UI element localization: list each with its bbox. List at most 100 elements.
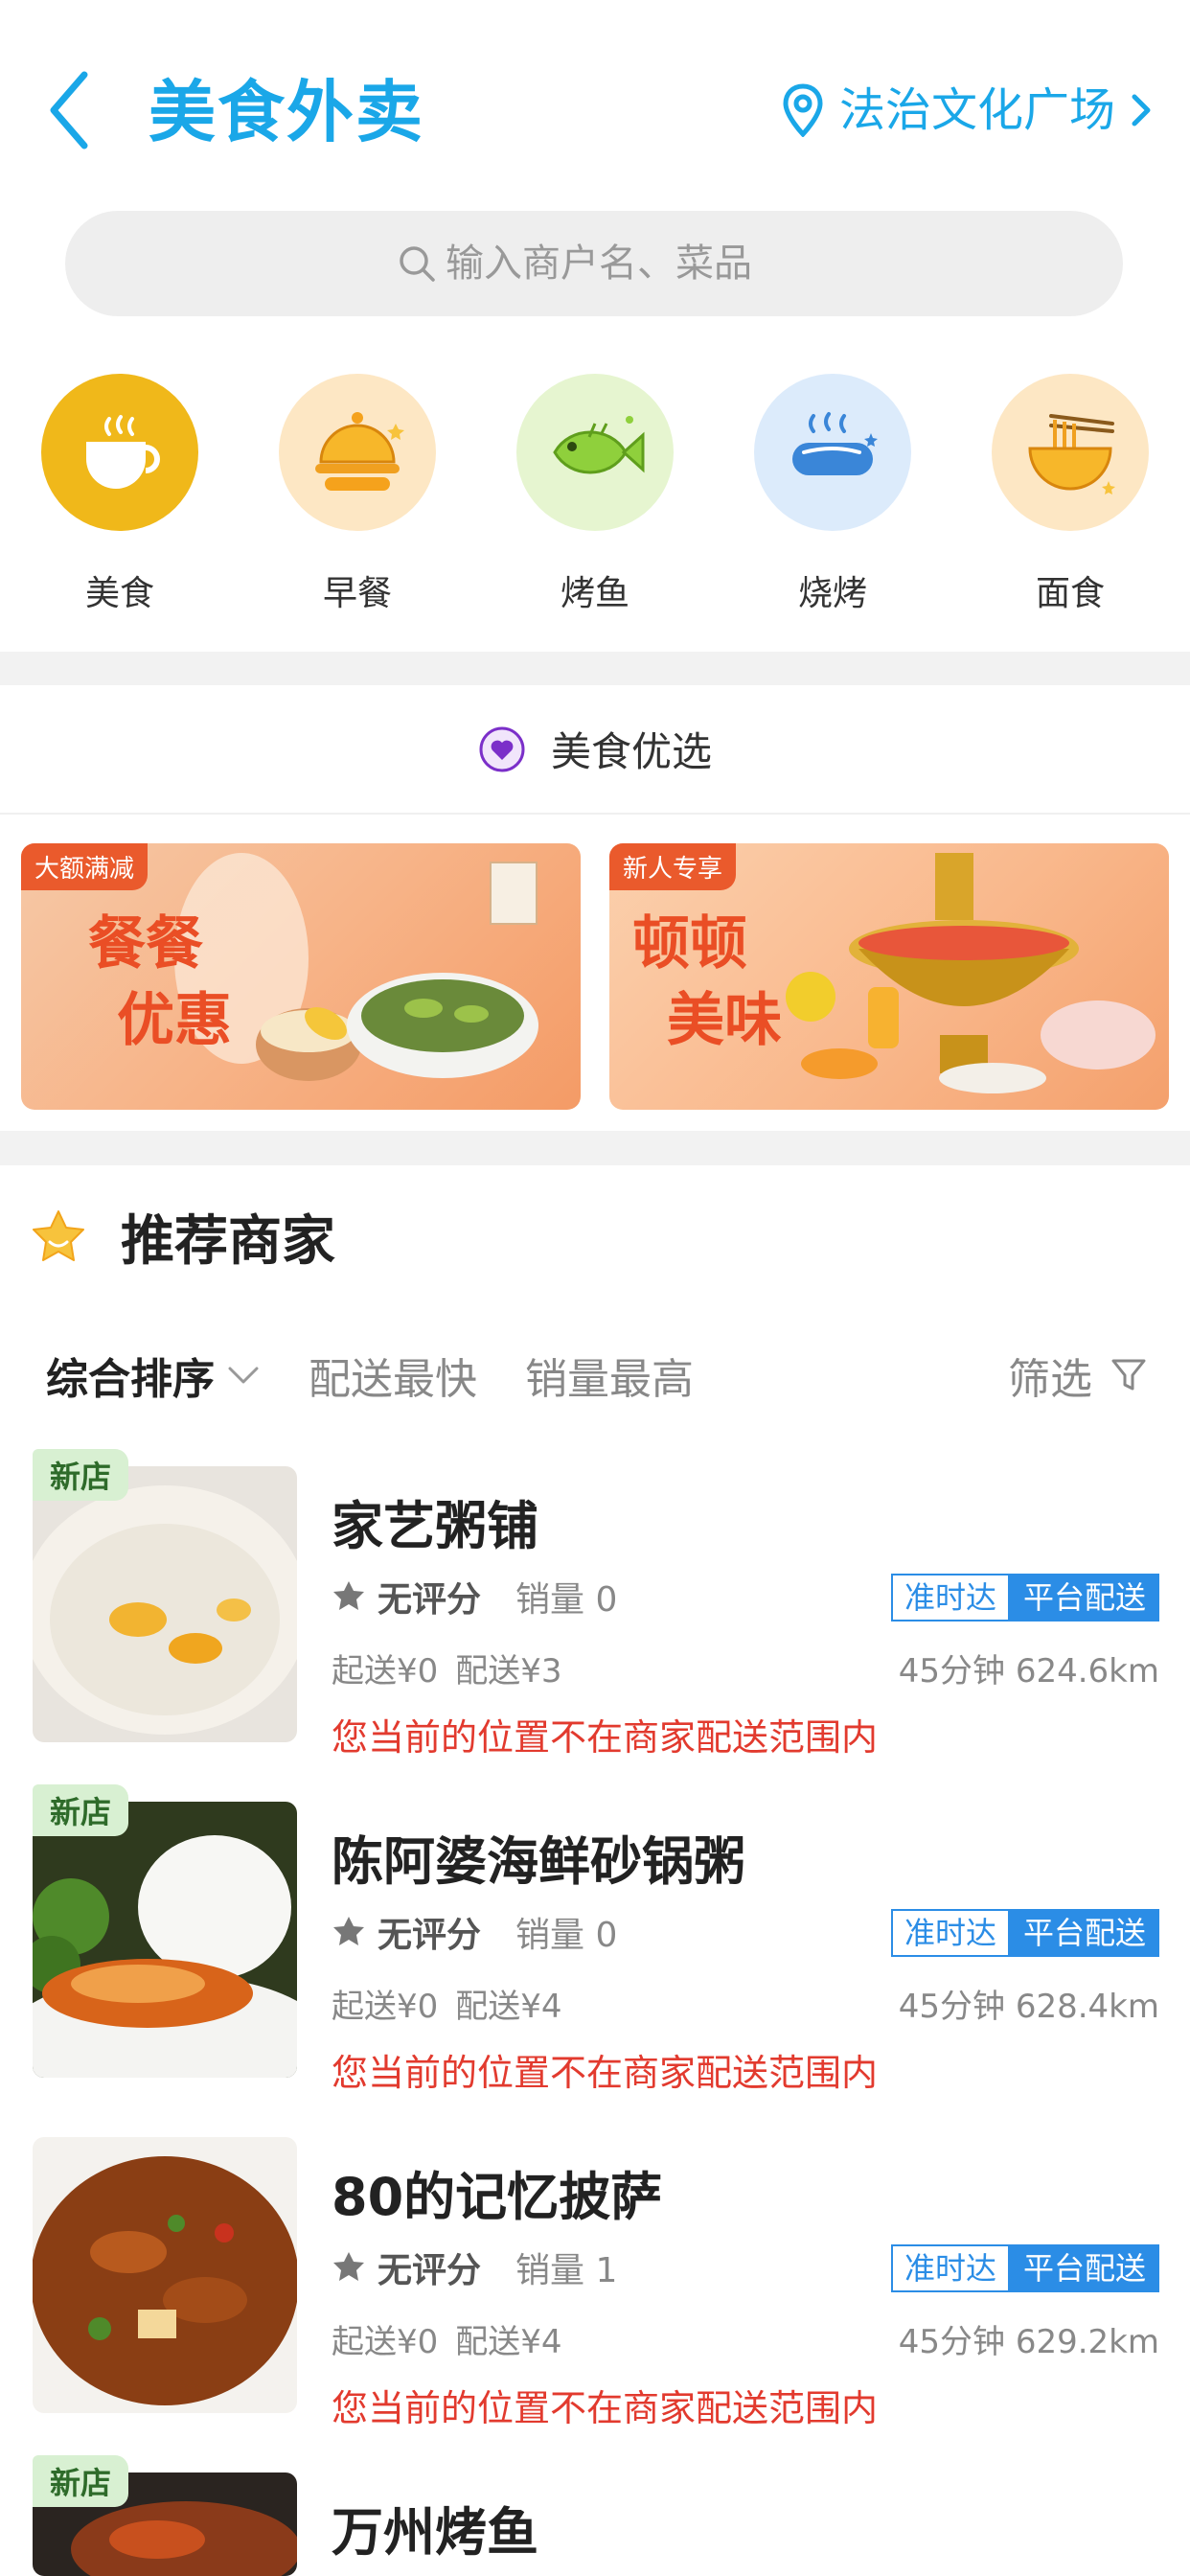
merchant-thumbnail (33, 2137, 297, 2413)
search-icon (400, 246, 435, 282)
new-store-badge: 新店 (33, 2455, 129, 2507)
merchant-rating: 无评分 (378, 2251, 482, 2290)
promo-banners: 大额满减 餐餐 优惠 新人专享 顿顿 美味 (21, 843, 1169, 1110)
search-input[interactable] (446, 242, 790, 286)
category-noodles[interactable]: 面食 (989, 374, 1152, 623)
ontime-badge: 准时达 (890, 1909, 1010, 1957)
category-label: 烧烤 (797, 574, 867, 613)
heart-icon (479, 726, 525, 771)
sort-comprehensive[interactable]: 综合排序 (46, 1345, 261, 1406)
category-label: 早餐 (322, 574, 392, 613)
sausage-icon (754, 374, 911, 531)
merchant-thumbnail (33, 1466, 297, 1742)
page-title: 美食外卖 (149, 73, 424, 151)
section-divider (0, 1131, 1190, 1165)
header: 美食外卖 法治文化广场 (0, 0, 1190, 201)
merchant-sales: 销量 0 (515, 1580, 618, 1620)
recommend-title: 推荐商家 (121, 1210, 335, 1273)
ontime-badge: 准时达 (890, 2244, 1010, 2292)
noodle-bowl-icon (992, 374, 1149, 531)
location-label: 法治文化广场 (838, 83, 1115, 137)
delivery-fee: 配送¥4 (455, 1988, 562, 2026)
min-order: 起送¥0 (332, 1988, 439, 2026)
banner-line2: 优惠 (117, 987, 232, 1054)
delivery-badges: 准时达 平台配送 (890, 2244, 1159, 2292)
merchant-name: 万州烤鱼 (332, 2502, 538, 2563)
platform-delivery-badge: 平台配送 (1009, 2244, 1159, 2292)
platform-delivery-badge: 平台配送 (1009, 1574, 1159, 1622)
rating-star-icon (333, 2252, 364, 2281)
sort-bar: 综合排序 配送最快 销量最高 筛选 (46, 1342, 1148, 1409)
rating-star-icon (333, 1917, 364, 1945)
merchant-sales: 销量 0 (515, 1916, 618, 1955)
out-of-range-warning: 您当前的位置不在商家配送范围内 (332, 1716, 879, 1759)
search-bar[interactable] (65, 211, 1123, 316)
merchant-card[interactable]: 新店 家艺粥铺 无评分 销量 0 准时达 平台配送 起送¥0 配送¥3 45分钟 … (33, 1449, 1159, 1759)
category-row: 美食 早餐 烤鱼 烧烤 面食 (0, 374, 1190, 623)
chevron-right-icon (1132, 94, 1151, 126)
merchant-rating: 无评分 (378, 1580, 482, 1620)
sort-comprehensive-label: 综合排序 (46, 1355, 215, 1404)
merchant-sales: 销量 1 (515, 2251, 618, 2290)
out-of-range-warning: 您当前的位置不在商家配送范围内 (332, 2387, 879, 2429)
min-order: 起送¥0 (332, 1652, 439, 1690)
star-icon (33, 1209, 84, 1261)
featured-section-header: 美食优选 (0, 685, 1190, 815)
location-selector[interactable]: 法治文化广场 (782, 77, 1152, 144)
location-pin-icon (783, 83, 823, 137)
merchant-rating: 无评分 (378, 1916, 482, 1955)
merchant-rating-row: 无评分 销量 0 (332, 1907, 617, 1957)
platform-delivery-badge: 平台配送 (1009, 1909, 1159, 1957)
time-distance: 45分钟 629.2km (898, 2323, 1159, 2361)
banner-line1: 餐餐 (88, 910, 203, 978)
new-store-badge: 新店 (33, 1784, 129, 1836)
fish-icon (516, 374, 674, 531)
filter-button[interactable]: 筛选 (1008, 1345, 1148, 1406)
merchant-fees: 起送¥0 配送¥3 (332, 1644, 562, 1691)
merchant-name: 80的记忆披萨 (332, 2167, 663, 2227)
rating-star-icon (333, 1581, 364, 1610)
merchant-card[interactable]: 新店 陈阿婆海鲜砂锅粥 无评分 销量 0 准时达 平台配送 起送¥0 配送¥4 4… (33, 1784, 1159, 2094)
promo-banner-discount[interactable]: 大额满减 餐餐 优惠 (21, 843, 581, 1110)
category-label: 面食 (1035, 574, 1105, 613)
merchant-card[interactable]: 80的记忆披萨 无评分 销量 1 准时达 平台配送 起送¥0 配送¥4 45分钟 … (33, 2137, 1159, 2429)
category-label: 烤鱼 (560, 574, 629, 613)
banner-line2: 美味 (667, 987, 782, 1054)
merchant-fees: 起送¥0 配送¥4 (332, 2315, 562, 2362)
out-of-range-warning: 您当前的位置不在商家配送范围内 (332, 2052, 879, 2094)
category-bbq[interactable]: 烧烤 (751, 374, 914, 623)
promo-banner-newcomer[interactable]: 新人专享 顿顿 美味 (609, 843, 1169, 1110)
category-label: 美食 (84, 574, 154, 613)
delivery-badges: 准时达 平台配送 (890, 1574, 1159, 1622)
featured-title: 美食优选 (550, 728, 712, 775)
merchant-rating-row: 无评分 销量 0 (332, 1572, 617, 1622)
delivery-badges: 准时达 平台配送 (890, 1909, 1159, 1957)
min-order: 起送¥0 (332, 2323, 439, 2361)
new-store-badge: 新店 (33, 1449, 129, 1501)
section-divider (0, 652, 1190, 685)
back-chevron-icon[interactable] (46, 67, 94, 153)
delivery-fee: 配送¥3 (455, 1652, 562, 1690)
sort-fastest[interactable]: 配送最快 (309, 1345, 477, 1406)
chevron-down-icon (228, 1367, 259, 1384)
sort-top-sales[interactable]: 销量最高 (525, 1345, 694, 1406)
time-distance: 45分钟 628.4km (898, 1988, 1159, 2026)
merchant-thumbnail (33, 1802, 297, 2078)
food-cloche-icon (279, 374, 436, 531)
time-distance: 45分钟 624.6km (898, 1652, 1159, 1690)
filter-label: 筛选 (1008, 1355, 1092, 1404)
ontime-badge: 准时达 (890, 1574, 1010, 1622)
filter-icon (1111, 1359, 1146, 1391)
merchant-name: 家艺粥铺 (332, 1496, 538, 1556)
category-grilled-fish[interactable]: 烤鱼 (514, 374, 676, 623)
merchant-name: 陈阿婆海鲜砂锅粥 (332, 1831, 745, 1892)
merchant-card[interactable]: 新店 万州烤鱼 (33, 2455, 1159, 2576)
coffee-cup-icon (41, 374, 198, 531)
recommend-header: 推荐商家 (29, 1198, 335, 1276)
category-food[interactable]: 美食 (38, 374, 201, 623)
banner-line1: 顿顿 (632, 910, 747, 978)
merchant-fees: 起送¥0 配送¥4 (332, 1980, 562, 2027)
merchant-rating-row: 无评分 销量 1 (332, 2242, 617, 2292)
delivery-fee: 配送¥4 (455, 2323, 562, 2361)
category-breakfast[interactable]: 早餐 (276, 374, 439, 623)
